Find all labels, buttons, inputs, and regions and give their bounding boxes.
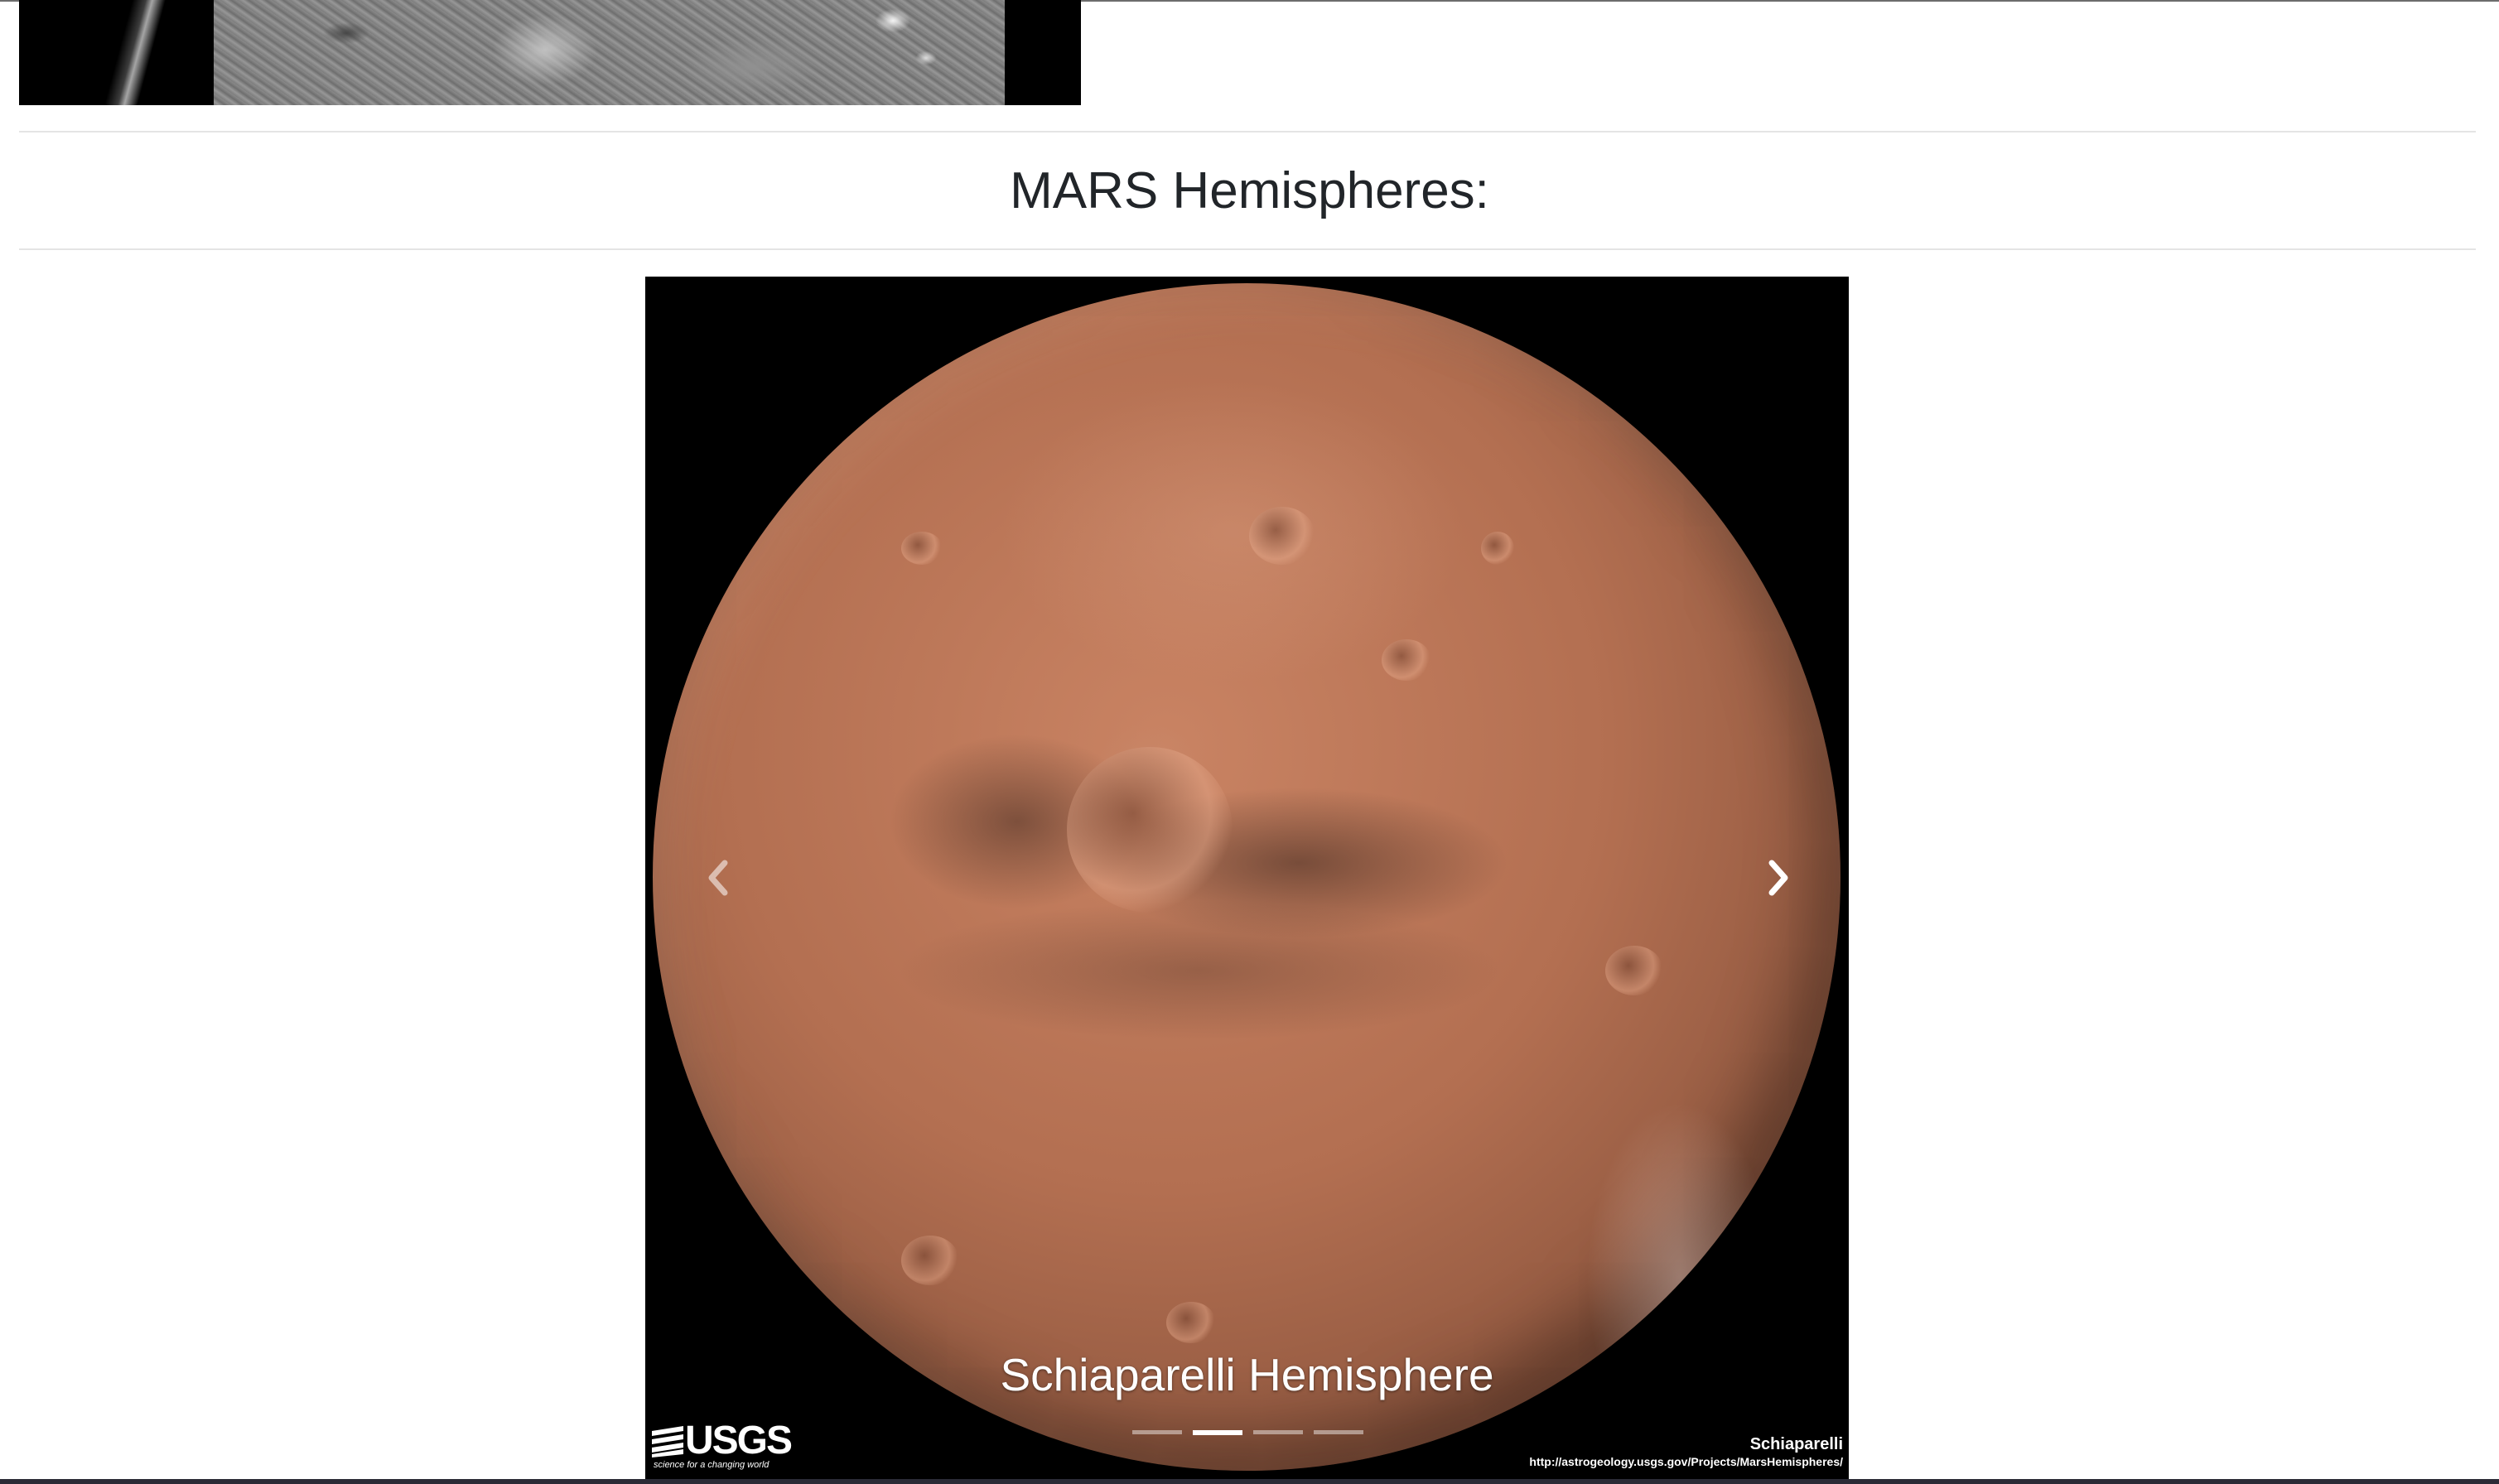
page: MARS Hemispheres: Schiaparelli Hemispher…: [0, 0, 2499, 1484]
mars-terrain-image: [214, 0, 1005, 105]
chevron-right-icon: [1768, 860, 1788, 896]
carousel-indicator-1[interactable]: [1132, 1430, 1182, 1434]
usgs-wordmark: USGS: [685, 1419, 793, 1462]
crater: [1166, 1302, 1216, 1343]
crater: [1605, 946, 1663, 995]
carousel-prev-button[interactable]: [692, 836, 742, 919]
section-divider-bottom: [19, 248, 2476, 250]
carousel-indicator-3[interactable]: [1253, 1430, 1303, 1434]
image-credit: Schiaparelli http://astrogeology.usgs.go…: [1529, 1436, 1843, 1467]
crater: [1481, 532, 1514, 565]
crater: [901, 1236, 959, 1285]
usgs-logo: USGS science for a changing world: [652, 1419, 793, 1474]
image-credit-url: http://astrogeology.usgs.gov/Projects/Ma…: [1529, 1455, 1843, 1468]
crater: [1067, 747, 1233, 913]
terrain-ridge: [104, 0, 166, 105]
planet-rim-highlight: [653, 283, 1840, 1471]
page-title: MARS Hemispheres:: [1010, 162, 1489, 219]
carousel-indicator-2[interactable]: [1193, 1430, 1242, 1435]
carousel-next-button[interactable]: [1754, 836, 1804, 919]
section-divider-top: [19, 131, 2476, 132]
usgs-wave-icon: [652, 1426, 683, 1458]
crater: [901, 532, 943, 565]
window-bottom-border: [0, 1479, 2499, 1484]
hemisphere-carousel: [645, 277, 1849, 1479]
carousel-indicators: [1132, 1430, 1363, 1437]
image-credit-name: Schiaparelli: [1749, 1435, 1843, 1453]
chevron-left-icon: [708, 860, 728, 896]
crater: [1249, 507, 1315, 565]
featured-image-bottom: [19, 0, 1081, 105]
carousel-indicator-4[interactable]: [1314, 1430, 1363, 1434]
mars-hemisphere-image: [653, 283, 1840, 1471]
usgs-tagline: science for a changing world: [654, 1460, 769, 1470]
carousel-caption: Schiaparelli Hemisphere: [1000, 1349, 1494, 1400]
crater: [1382, 639, 1431, 681]
